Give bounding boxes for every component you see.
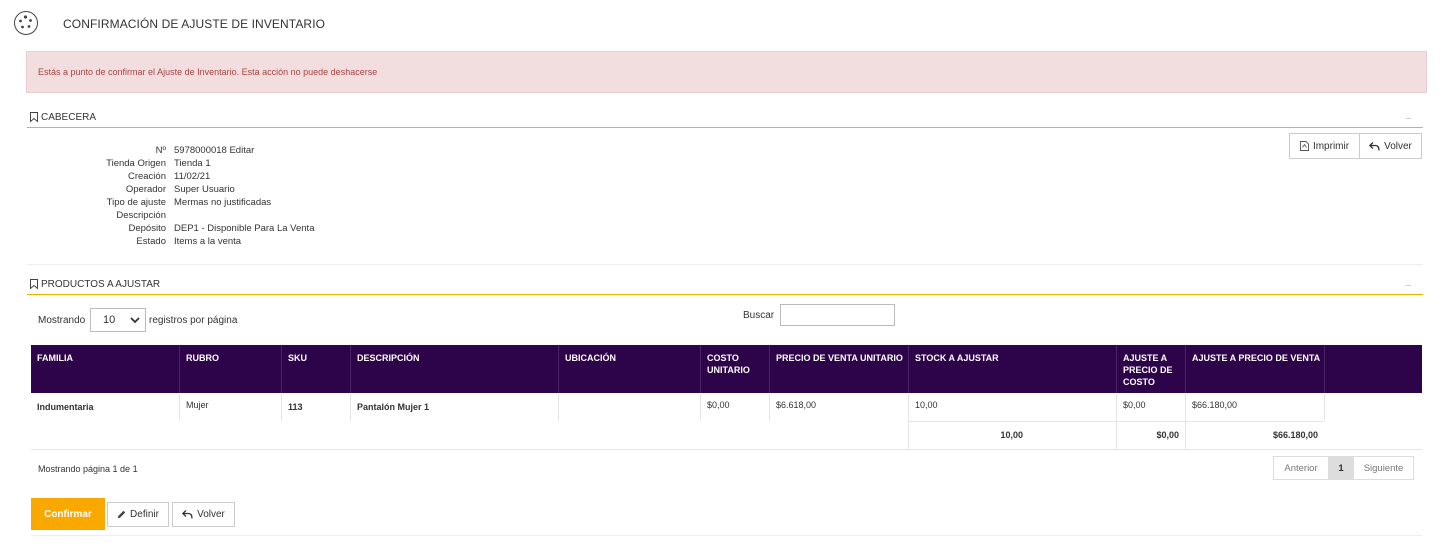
- info-label: Estado: [136, 236, 166, 247]
- back-button-bottom[interactable]: Volver: [172, 502, 235, 527]
- col-ajuste-costo[interactable]: AJUSTE A PRECIO DE COSTO: [1123, 352, 1179, 388]
- pager-page-1[interactable]: 1: [1328, 456, 1354, 480]
- define-label: Definir: [130, 509, 159, 520]
- pager-prev-button[interactable]: Anterior: [1273, 456, 1329, 480]
- length-prefix: Mostrando: [38, 315, 86, 326]
- page-title: CONFIRMACIÓN DE AJUSTE DE INVENTARIO: [63, 17, 326, 31]
- top-bar: CONFIRMACIÓN DE AJUSTE DE INVENTARIO: [0, 0, 1442, 46]
- cell-rubro: Mujer: [186, 400, 209, 410]
- total-ajuste-costo: $0,00: [1156, 430, 1179, 440]
- print-button[interactable]: Imprimir: [1289, 133, 1360, 159]
- pager-next-button[interactable]: Siguiente: [1353, 456, 1414, 480]
- total-ajuste-venta: $66.180,00: [1272, 430, 1318, 440]
- col-descripcion[interactable]: DESCRIPCIÓN: [357, 352, 557, 364]
- col-sku[interactable]: SKU: [288, 352, 348, 364]
- cabecera-section-header[interactable]: CABECERA –: [27, 107, 1423, 128]
- col-costo-unitario[interactable]: COSTO UNITARIO: [707, 352, 762, 376]
- info-value: Items a la venta: [174, 236, 242, 247]
- cell-descripcion: Pantalón Mujer 1: [357, 402, 430, 412]
- collapse-icon[interactable]: –: [1405, 113, 1411, 124]
- pdf-icon: [1299, 141, 1309, 151]
- info-label: Depósito: [128, 223, 167, 234]
- productos-section-header[interactable]: PRODUCTOS A AJUSTAR –: [27, 274, 1423, 295]
- confirm-button[interactable]: Confirmar: [31, 498, 105, 530]
- col-ajuste-venta[interactable]: AJUSTE A PRECIO DE VENTA: [1192, 352, 1332, 364]
- bookmark-icon: [30, 112, 38, 122]
- col-ubicacion[interactable]: UBICACIÓN: [565, 352, 695, 364]
- cell-precio: $6.618,00: [776, 400, 817, 410]
- cell-costo: $0,00: [707, 400, 730, 410]
- print-label: Imprimir: [1312, 140, 1350, 152]
- page-length-select[interactable]: 10: [90, 308, 146, 332]
- bookmark-icon: [30, 279, 38, 289]
- pencil-icon: [117, 510, 126, 519]
- productos-title: PRODUCTOS A AJUSTAR: [41, 279, 161, 290]
- back-button-top[interactable]: Volver: [1359, 133, 1422, 159]
- col-rubro[interactable]: RUBRO: [186, 352, 276, 364]
- info-value[interactable]: 5978000018 Editar: [174, 145, 254, 156]
- chevron-down-icon: [130, 317, 140, 324]
- info-label: Descripción: [116, 210, 166, 221]
- info-label: Nº: [155, 145, 166, 156]
- info-value: Mermas no justificadas: [174, 197, 272, 208]
- info-label: Creación: [127, 171, 166, 182]
- cabecera-title: CABECERA: [41, 112, 97, 123]
- col-stock-ajustar[interactable]: STOCK A AJUSTAR: [915, 352, 1115, 364]
- info-value: Tienda 1: [174, 158, 211, 169]
- info-value: DEP1 - Disponible Para La Venta: [174, 223, 315, 234]
- page-length-value: 10: [103, 314, 116, 326]
- cell-stock: 10,00: [915, 400, 938, 410]
- info-label: Tipo de ajuste: [106, 197, 166, 208]
- section-separator: [27, 264, 1423, 265]
- collapse-icon[interactable]: –: [1405, 280, 1411, 291]
- search-label: Buscar: [743, 310, 775, 321]
- back-label-top: Volver: [1384, 140, 1412, 152]
- cell-familia: Indumentaria: [37, 402, 94, 412]
- info-label: Operador: [125, 184, 166, 195]
- warning-alert: Estás a punto de confirmar el Ajuste de …: [26, 51, 1427, 93]
- length-suffix: registros por página: [149, 315, 238, 326]
- table-header: FAMILIA RUBRO SKU DESCRIPCIÓN UBICACIÓN …: [31, 345, 1422, 393]
- page-info: Mostrando página 1 de 1: [38, 464, 138, 474]
- back-label-bottom: Volver: [197, 509, 225, 520]
- cell-sku: 113: [288, 402, 303, 412]
- cell-ajuste-costo: $0,00: [1123, 400, 1146, 410]
- cell-ajuste-venta: $66.180,00: [1192, 400, 1238, 410]
- undo-icon: [182, 510, 193, 519]
- define-button[interactable]: Definir: [107, 502, 169, 527]
- undo-icon: [1369, 141, 1380, 151]
- app-logo-icon[interactable]: [14, 11, 38, 35]
- info-label: Tienda Origen: [106, 158, 166, 169]
- total-stock: 10,00: [1000, 430, 1023, 440]
- info-value: 11/02/21: [174, 171, 211, 182]
- info-value: Super Usuario: [174, 184, 235, 195]
- search-input[interactable]: [780, 304, 895, 326]
- col-precio-venta[interactable]: PRECIO DE VENTA UNITARIO: [776, 352, 908, 364]
- col-familia[interactable]: FAMILIA: [37, 352, 177, 364]
- footer-separator: [31, 535, 1422, 536]
